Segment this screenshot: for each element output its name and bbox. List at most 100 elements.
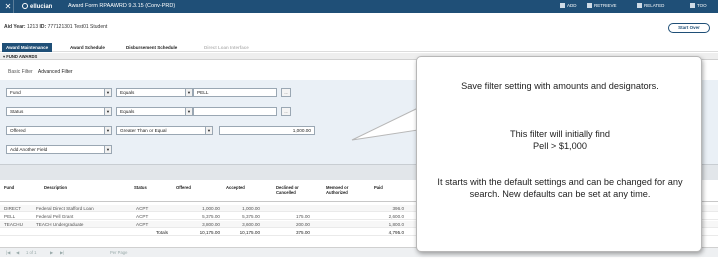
tutorial-callout: Save filter setting with amounts and des…: [416, 56, 702, 252]
cell-fund: DIRECT: [4, 206, 22, 211]
tab-disbursement-schedule[interactable]: Disbursement Schedule: [122, 43, 181, 52]
cell-offered: 5,375.00: [202, 214, 220, 219]
cell-declined: 175.00: [295, 214, 310, 219]
page-indicator[interactable]: 1 of 1: [26, 250, 36, 255]
advanced-filter-tab[interactable]: Advanced Filter: [38, 69, 73, 75]
field-select[interactable]: Fund ▼: [6, 88, 112, 97]
callout-text-4: It starts with the default settings and …: [437, 177, 683, 199]
aid-year-label: Aid Year:: [4, 24, 26, 30]
column-header[interactable]: Memoed or Authorized: [326, 185, 366, 195]
tab-direct-loan-interface: Direct Loan Interface: [204, 45, 249, 50]
related-icon: [637, 3, 642, 8]
retrieve-icon: [587, 3, 592, 8]
field-select[interactable]: Status ▼: [6, 107, 112, 116]
retrieve-label: RETRIEVE: [594, 3, 617, 8]
tab-bar: Award Maintenance Award Schedule Disburs…: [0, 43, 718, 52]
callout-text-1: Save filter setting with amounts and des…: [461, 81, 659, 91]
column-header[interactable]: Status: [134, 185, 147, 190]
chevron-down-icon: ▼: [104, 127, 111, 134]
related-button[interactable]: RELATED: [637, 3, 664, 8]
field-select[interactable]: Offered ▼: [6, 126, 112, 135]
next-page-icon[interactable]: ▶: [50, 250, 53, 255]
cell-accepted: 1,000.00: [242, 206, 260, 211]
total-accepted: 10,175.00: [239, 230, 260, 235]
chevron-down-icon: ▼: [185, 89, 192, 96]
operator-select[interactable]: Equals ▼: [116, 88, 193, 97]
close-icon[interactable]: ✕: [3, 0, 14, 13]
previous-page-icon[interactable]: ◀: [16, 250, 19, 255]
total-offered: 10,175.00: [199, 230, 220, 235]
key-block-context: Aid Year: 1213 ID: 777121301 Test01 Stud…: [4, 24, 107, 30]
column-header[interactable]: Declined or Cancelled: [276, 185, 316, 195]
callout-pointer-joint: [417, 115, 420, 141]
lookup-button[interactable]: ...: [281, 107, 291, 116]
cell-status: ACPT: [136, 206, 149, 211]
column-header[interactable]: Description: [44, 185, 67, 190]
cell-accepted: 3,600.00: [242, 222, 260, 227]
ellucian-logo: ellucian: [22, 3, 52, 10]
cell-paid: 1,800.0: [388, 222, 404, 227]
cell-status: ACPT: [136, 222, 149, 227]
operator-select[interactable]: Greater Than or Equal ▼: [116, 126, 213, 135]
student-name: Test01 Student: [73, 24, 108, 30]
column-header[interactable]: Accepted: [226, 185, 245, 190]
add-icon: [560, 3, 565, 8]
field-select-value: Status: [10, 109, 24, 114]
first-page-icon[interactable]: |◀: [6, 250, 10, 255]
cell-paid: 396.0: [392, 206, 405, 211]
callout-pointer: [351, 107, 419, 141]
callout-text-2: This filter will initially find: [509, 129, 611, 139]
tools-button[interactable]: TOO: [690, 3, 707, 8]
total-declined: 375.00: [295, 230, 310, 235]
last-page-icon[interactable]: ▶|: [60, 250, 64, 255]
cell-description: Federal Direct Stafford Loan: [36, 206, 94, 211]
column-header[interactable]: Paid: [374, 185, 383, 190]
filter-mode-tabs: Basic Filter Advanced Filter: [8, 69, 77, 75]
chevron-down-icon: ▼: [104, 146, 111, 153]
value-input[interactable]: 1,000.00: [219, 126, 315, 135]
section-title: FUND AWARDS: [6, 54, 38, 59]
field-select-value: Fund: [10, 90, 21, 95]
column-header[interactable]: Fund: [4, 185, 14, 190]
add-button[interactable]: ADD: [560, 3, 577, 8]
column-header[interactable]: Offered: [176, 185, 191, 190]
tab-award-maintenance[interactable]: Award Maintenance: [2, 43, 53, 52]
chevron-down-icon: ▼: [104, 89, 111, 96]
operator-select-value: Equals: [120, 109, 135, 114]
per-page-label: Per Page: [110, 250, 128, 255]
basic-filter-tab[interactable]: Basic Filter: [8, 69, 33, 75]
totals-label: Totals: [156, 230, 168, 235]
add-field-value: Add Another Field: [10, 147, 48, 152]
total-paid: 4,795.0: [388, 230, 404, 235]
id-value: 777121301: [47, 24, 73, 30]
value-input[interactable]: PELL: [193, 88, 277, 97]
cell-declined: 200.00: [295, 222, 310, 227]
callout-text-3: Pell > $1,000: [533, 141, 587, 151]
chevron-down-icon: ▼: [205, 127, 212, 134]
lookup-button[interactable]: ...: [281, 88, 291, 97]
add-another-field-select[interactable]: Add Another Field ▼: [6, 145, 112, 154]
chevron-down-icon: ▼: [185, 108, 192, 115]
cell-description: Federal Pell Grant: [36, 214, 74, 219]
retrieve-button[interactable]: RETRIEVE: [587, 3, 617, 8]
logo-ring-icon: [22, 3, 28, 9]
operator-select-value: Greater Than or Equal: [120, 128, 167, 133]
cell-fund: PELL: [4, 214, 16, 219]
operator-select[interactable]: Equals ▼: [116, 107, 193, 116]
cell-fund: TEACHU: [4, 222, 23, 227]
app-header: ✕ ellucian Award Form RPAAWRD 9.3.15 (Co…: [0, 0, 718, 13]
cell-offered: 3,800.00: [202, 222, 220, 227]
cell-description: TEACH Undergraduate: [36, 222, 84, 227]
tab-award-schedule[interactable]: Award Schedule: [66, 43, 109, 52]
related-label: RELATED: [644, 3, 665, 8]
cell-accepted: 5,375.00: [242, 214, 260, 219]
field-select-value: Offered: [10, 128, 26, 133]
page-title: Award Form RPAAWRD 9.3.15 (Conv-PRD): [68, 3, 176, 9]
cell-offered: 1,000.00: [202, 206, 220, 211]
brand-name: ellucian: [30, 4, 53, 10]
start-over-button[interactable]: Start Over: [668, 23, 710, 33]
operator-select-value: Equals: [120, 90, 135, 95]
aid-year-value: 1213: [26, 24, 39, 30]
add-label: ADD: [567, 3, 577, 8]
value-input[interactable]: [193, 107, 277, 116]
